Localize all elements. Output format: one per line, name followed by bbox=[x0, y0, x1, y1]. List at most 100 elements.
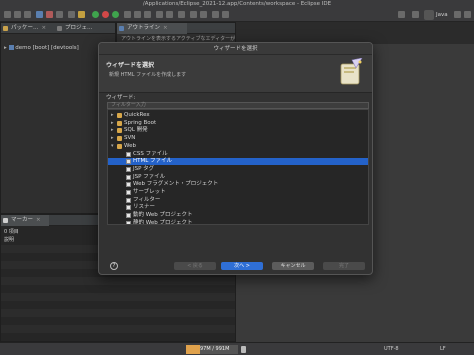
save-all-icon[interactable] bbox=[24, 11, 31, 18]
close-icon[interactable]: × bbox=[42, 25, 47, 31]
tree-item[interactable]: JSP ファイル bbox=[108, 174, 368, 181]
java-perspective-label[interactable]: Java bbox=[436, 10, 448, 20]
back-nav-icon[interactable] bbox=[212, 11, 219, 18]
outline-message: アウトラインを表示するアクティブなエディターが bbox=[121, 36, 236, 42]
file-icon bbox=[126, 151, 131, 157]
debug-icon[interactable] bbox=[92, 11, 99, 18]
folder-icon bbox=[117, 120, 122, 126]
outline-tabbar: アウトライン × bbox=[117, 23, 235, 34]
tree-item-label: Spring Boot bbox=[124, 119, 157, 126]
trash-icon[interactable] bbox=[241, 346, 246, 353]
main-toolbar: Java bbox=[0, 8, 474, 22]
toolbar-icon[interactable] bbox=[78, 11, 85, 18]
tree-item-label: サーブレット bbox=[133, 189, 166, 195]
open-perspective-icon[interactable] bbox=[412, 11, 419, 18]
close-icon[interactable]: × bbox=[36, 217, 41, 223]
tree-item[interactable]: ▸ Spring Boot bbox=[108, 120, 368, 127]
toolbar-icon[interactable] bbox=[56, 11, 63, 18]
tab-project-explorer[interactable]: プロジェ… bbox=[55, 23, 115, 34]
tree-item[interactable]: JSP タグ bbox=[108, 166, 368, 173]
tree-item-label: Web bbox=[124, 142, 136, 149]
expand-arrow-icon[interactable]: ▸ bbox=[111, 127, 114, 134]
stop-icon[interactable] bbox=[46, 11, 53, 18]
tree-item[interactable]: 静的 Web プロジェクト bbox=[108, 219, 368, 225]
file-icon bbox=[126, 213, 131, 219]
collapse-arrow-icon[interactable]: ▾ bbox=[111, 143, 114, 150]
filter-input[interactable]: フィルター入力 bbox=[107, 102, 369, 109]
toolbar-icon[interactable] bbox=[124, 11, 131, 18]
java-perspective-icon[interactable] bbox=[424, 10, 434, 20]
tree-item-label: JSP ファイル bbox=[133, 173, 166, 180]
tab-markers[interactable]: マーカー × bbox=[1, 215, 49, 226]
tree-item[interactable]: サーブレット bbox=[108, 189, 368, 196]
file-icon bbox=[126, 220, 131, 224]
expand-arrow-icon[interactable]: ▸ bbox=[111, 112, 114, 119]
title-bar: /Applications/Eclipse_2021-12.app/Conten… bbox=[0, 0, 474, 8]
encoding-status[interactable]: UTF-8 bbox=[384, 345, 399, 354]
tab-package-explorer[interactable]: パッケー… × bbox=[1, 23, 53, 34]
save-icon[interactable] bbox=[14, 11, 21, 18]
expand-arrow-icon[interactable]: ▸ bbox=[4, 45, 7, 51]
select-wizard-dialog: ウィザードを選択 ウィザードを選択 新規 HTML ファイルを作成します ウィザ… bbox=[98, 42, 373, 275]
back-button[interactable]: < 戻る bbox=[174, 262, 216, 270]
dialog-title: ウィザードを選択 bbox=[99, 43, 372, 55]
project-item[interactable]: ▸ demo [boot] [devtools] bbox=[4, 45, 79, 51]
toolbar-icon[interactable] bbox=[178, 11, 185, 18]
heap-status-text: 97M / 991M bbox=[200, 346, 230, 352]
file-icon bbox=[126, 159, 131, 165]
table-row bbox=[1, 293, 235, 301]
next-button[interactable]: 次へ > bbox=[221, 262, 263, 270]
tree-item[interactable]: ▸ QuickRex bbox=[108, 112, 368, 119]
expand-arrow-icon[interactable]: ▸ bbox=[111, 120, 114, 127]
tree-item[interactable]: Web フラグメント・プロジェクト bbox=[108, 181, 368, 188]
file-icon bbox=[126, 166, 131, 172]
tree-item[interactable]: CSS ファイル bbox=[108, 151, 368, 158]
toolbar-icon[interactable] bbox=[190, 11, 197, 18]
search-icon[interactable] bbox=[398, 11, 405, 18]
toolbar-icon[interactable] bbox=[134, 11, 141, 18]
tree-item-label: SVN bbox=[124, 135, 136, 142]
line-ending-status[interactable]: LF bbox=[440, 345, 446, 354]
finish-button[interactable]: 完了 bbox=[323, 262, 365, 270]
tree-item[interactable]: HTML ファイル bbox=[108, 158, 368, 166]
close-icon[interactable]: × bbox=[163, 25, 168, 31]
outline-panel: アウトライン × アウトラインを表示するアクティブなエディターが bbox=[116, 22, 236, 44]
status-bar: 97M / 991M UTF-8 LF bbox=[0, 342, 474, 355]
dialog-banner: ウィザードを選択 新規 HTML ファイルを作成します bbox=[99, 55, 372, 93]
heap-status[interactable]: 97M / 991M bbox=[186, 345, 238, 354]
project-icon bbox=[57, 26, 62, 31]
tree-item-label: 静的 Web プロジェクト bbox=[133, 219, 193, 225]
perspective-icon[interactable] bbox=[464, 11, 471, 18]
new-icon[interactable] bbox=[4, 11, 11, 18]
cancel-button[interactable]: キャンセル bbox=[272, 262, 314, 270]
tree-item-label: QuickRex bbox=[124, 112, 150, 118]
run-icon[interactable] bbox=[102, 11, 109, 18]
file-icon bbox=[126, 182, 131, 188]
toolbar-icon[interactable] bbox=[68, 11, 75, 18]
tree-item[interactable]: ▸ SQL 開発 bbox=[108, 127, 368, 134]
help-button[interactable]: ? bbox=[110, 262, 118, 270]
package-icon bbox=[3, 26, 8, 31]
tree-item[interactable]: フィルター bbox=[108, 197, 368, 204]
tree-item[interactable]: リスナー bbox=[108, 204, 368, 211]
forward-nav-icon[interactable] bbox=[222, 11, 229, 18]
tab-outline[interactable]: アウトライン × bbox=[117, 23, 187, 34]
column-description[interactable]: 説明 bbox=[4, 236, 14, 243]
file-icon bbox=[126, 205, 131, 211]
dialog-heading: ウィザードを選択 bbox=[106, 62, 155, 69]
tree-item-label: 動的 Web プロジェクト bbox=[133, 212, 193, 219]
tree-item-label: JSP タグ bbox=[133, 165, 155, 172]
tree-item[interactable]: ▾ Web bbox=[108, 143, 368, 150]
tree-item[interactable]: 動的 Web プロジェクト bbox=[108, 212, 368, 219]
perspective-icon[interactable] bbox=[454, 11, 461, 18]
run-last-icon[interactable] bbox=[112, 11, 119, 18]
tree-item[interactable]: ▸ SVN bbox=[108, 135, 368, 142]
toolbar-icon[interactable] bbox=[144, 11, 151, 18]
toolbar-icon[interactable] bbox=[166, 11, 173, 18]
toolbar-icon[interactable] bbox=[200, 11, 207, 18]
wizard-tree[interactable]: ▸ QuickRex ▸ Spring Boot ▸ SQL 開発 ▸ SVN ▾ Web CSS … bbox=[107, 109, 369, 225]
toolbar-icon[interactable] bbox=[156, 11, 163, 18]
folder-icon bbox=[117, 143, 122, 149]
expand-arrow-icon[interactable]: ▸ bbox=[111, 135, 114, 142]
build-icon[interactable] bbox=[36, 11, 43, 18]
